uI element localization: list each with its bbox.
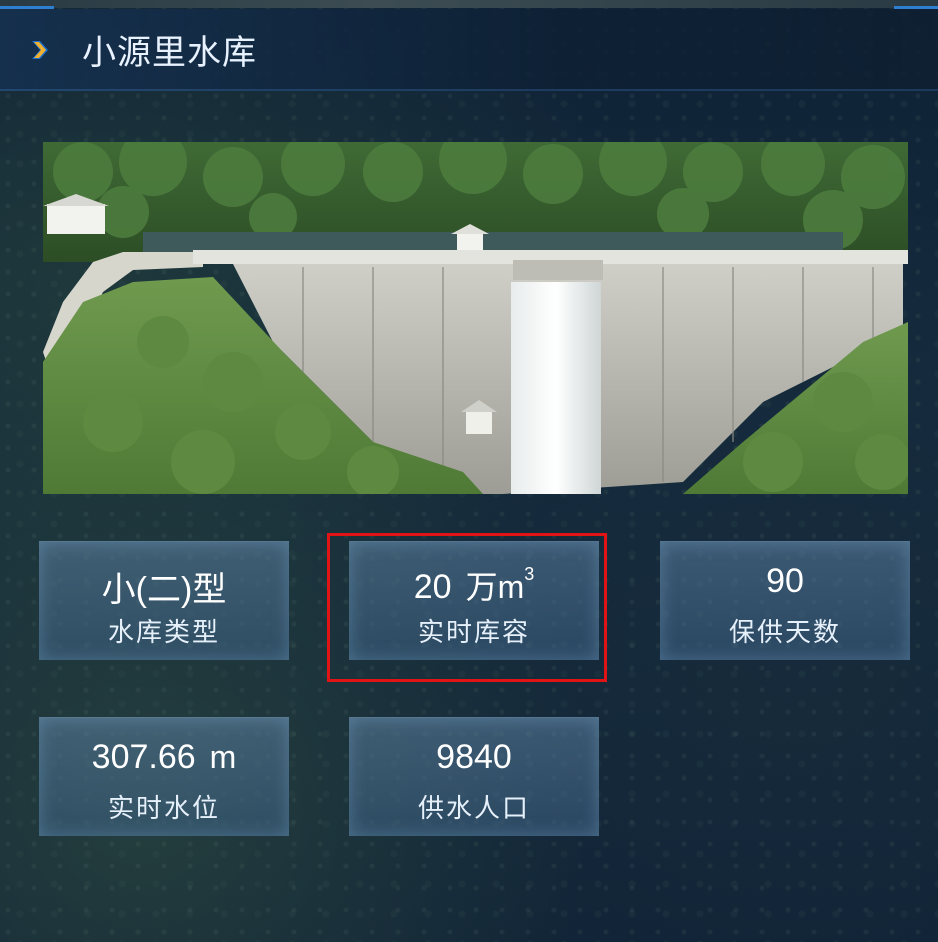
reservoir-dam-photo[interactable]	[43, 142, 908, 494]
stat-value: 9840	[436, 738, 512, 776]
stat-value: 307.66 m	[91, 738, 237, 776]
dam-illustration	[43, 142, 908, 494]
stat-card-supply-days[interactable]: 90 保供天数	[660, 541, 910, 660]
stat-label: 供水人口	[417, 794, 530, 824]
stat-value: 90	[766, 562, 804, 600]
top-strip	[0, 0, 938, 9]
stat-label: 实时水位	[107, 794, 220, 824]
stat-label: 水库类型	[107, 618, 220, 648]
stat-label: 保供天数	[728, 618, 841, 648]
stat-card-reservoir-type[interactable]: 小(二)型 水库类型	[39, 541, 289, 660]
stat-card-water-level[interactable]: 307.66 m 实时水位	[39, 717, 289, 836]
stat-card-population[interactable]: 9840 供水人口	[349, 717, 599, 836]
stat-unit: m	[209, 739, 237, 775]
stat-value: 小(二)型	[101, 571, 227, 609]
selection-highlight-box	[327, 533, 607, 682]
panel-header: 小源里水库	[0, 9, 938, 91]
page-title: 小源里水库	[82, 33, 257, 73]
chevron-right-icon	[32, 41, 48, 59]
